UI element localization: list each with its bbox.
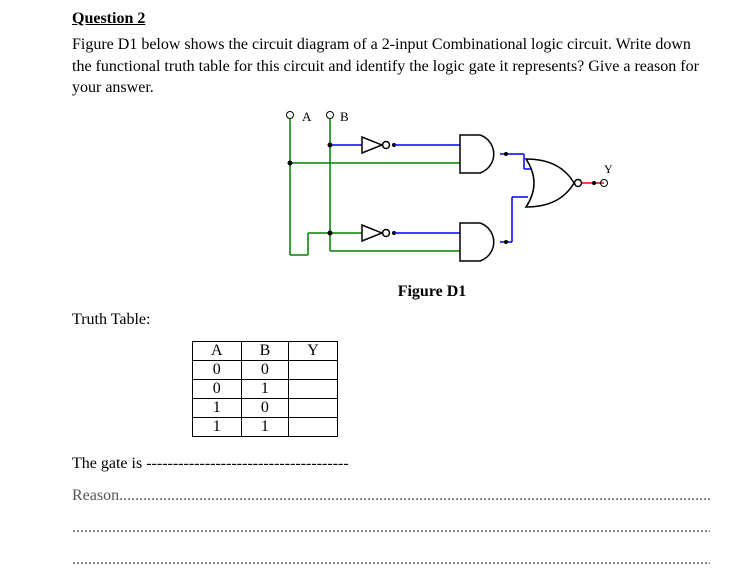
tt-cell: 0 (241, 398, 289, 417)
tt-cell: 1 (193, 417, 242, 436)
figure-label: Figure D1 (222, 283, 642, 301)
and-gate-bottom (460, 223, 494, 261)
question-text: Figure D1 below shows the circuit diagra… (72, 34, 710, 99)
or-gate (526, 159, 574, 207)
gate-prefix: The gate is (72, 455, 146, 472)
gate-blank[interactable]: -------------------------------------- (146, 455, 348, 472)
reason-prefix: Reason (72, 487, 119, 504)
tt-cell: 1 (193, 398, 242, 417)
input-a-label: A (302, 109, 312, 124)
reason-line-1[interactable]: Reason..................................… (72, 487, 710, 505)
input-b-label: B (340, 109, 349, 124)
circuit-diagram: A B (212, 107, 632, 277)
not-gate-bottom (362, 225, 382, 241)
tt-cell: 1 (241, 417, 289, 436)
tt-cell[interactable] (289, 360, 338, 379)
truth-table-label: Truth Table: (72, 311, 710, 329)
dotted-fill[interactable]: ........................................… (119, 487, 710, 504)
tt-head-b: B (241, 341, 289, 360)
and-gate-top (460, 135, 494, 173)
tt-cell[interactable] (289, 417, 338, 436)
tt-head-a: A (193, 341, 242, 360)
gate-answer-line[interactable]: The gate is ----------------------------… (72, 455, 710, 473)
reason-line-2[interactable]: ........................................… (72, 519, 710, 537)
tt-cell[interactable] (289, 398, 338, 417)
truth-table: A B Y 0 0 0 1 1 0 1 1 (192, 341, 338, 437)
tt-cell: 1 (241, 379, 289, 398)
reason-line-3[interactable]: ........................................… (72, 551, 710, 569)
question-heading: Question 2 (72, 10, 710, 28)
tt-head-y: Y (289, 341, 338, 360)
tt-cell[interactable] (289, 379, 338, 398)
output-y-label: Y (604, 162, 613, 176)
not-gate-top (362, 137, 382, 153)
tt-cell: 0 (241, 360, 289, 379)
tt-cell: 0 (193, 379, 242, 398)
tt-cell: 0 (193, 360, 242, 379)
